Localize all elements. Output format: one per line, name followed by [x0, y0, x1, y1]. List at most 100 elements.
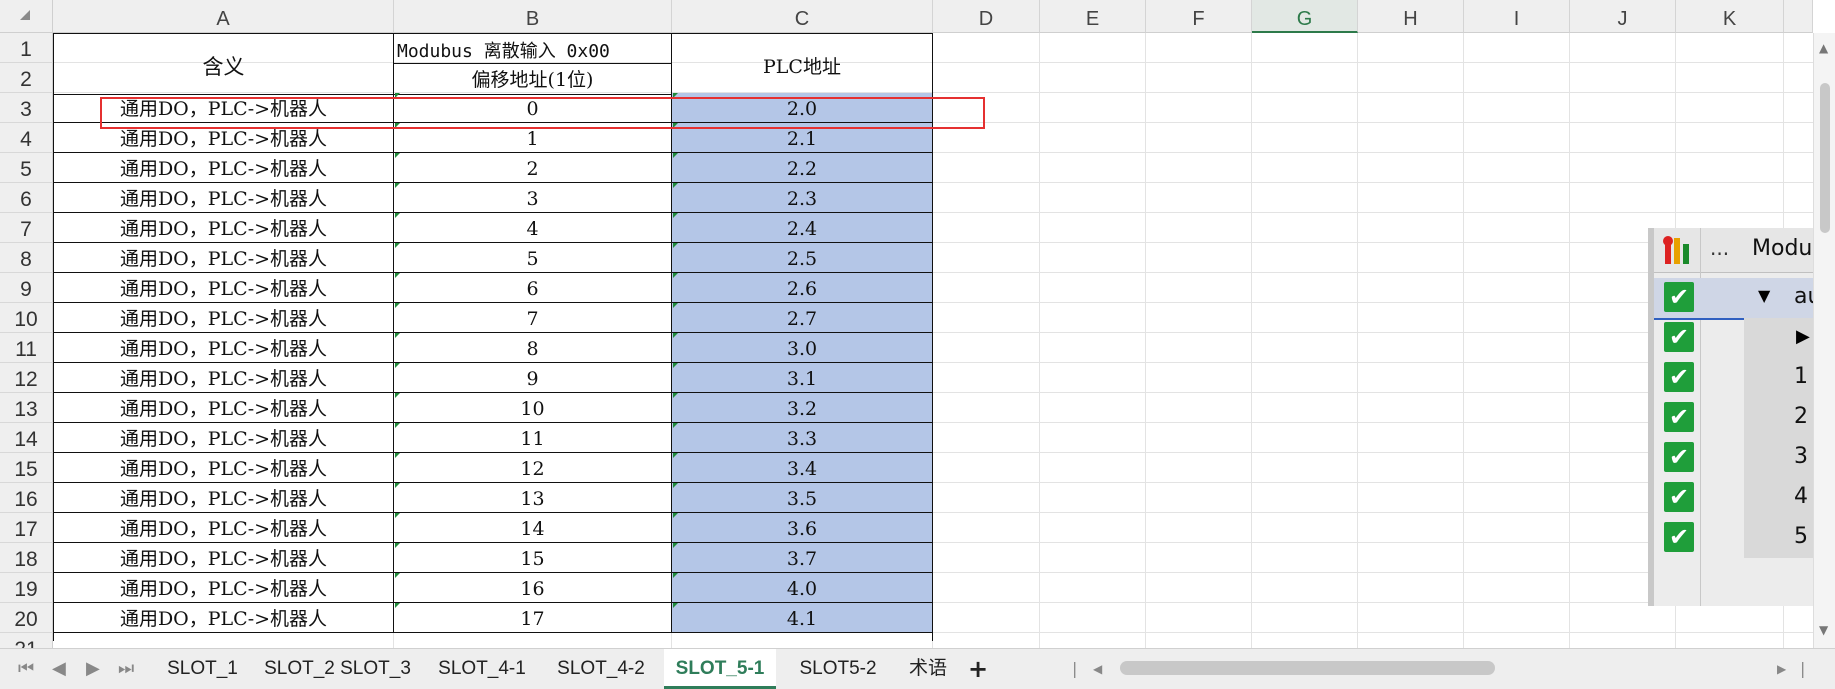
overlay-header-col[interactable]: Modu	[1752, 236, 1812, 261]
check-icon[interactable]: ✔	[1664, 442, 1694, 472]
cell-offset[interactable]: 11	[394, 423, 672, 453]
row-header-6[interactable]: 6	[0, 183, 53, 213]
cell-offset[interactable]: 5	[394, 243, 672, 273]
next-sheet-icon[interactable]: ▶	[86, 649, 100, 689]
header-cell-c[interactable]: PLC地址	[672, 33, 933, 95]
header-cell-b2[interactable]: 偏移地址(1位)	[394, 64, 672, 95]
scroll-down-icon[interactable]: ▼	[1819, 623, 1828, 637]
cell-plc-address[interactable]: 2.4	[672, 213, 933, 243]
row-header-16[interactable]: 16	[0, 483, 53, 513]
scroll-right-icon[interactable]: ▶	[1777, 649, 1786, 689]
last-sheet-icon[interactable]: ⏭	[118, 649, 134, 689]
sheet-tab[interactable]: SLOT5-2	[782, 649, 894, 689]
column-header-c[interactable]: C	[672, 0, 933, 33]
first-sheet-icon[interactable]: ⏮	[18, 649, 34, 689]
overlay-header-dots[interactable]: ...	[1710, 236, 1729, 260]
sheet-tab[interactable]: 术语	[902, 649, 954, 689]
vertical-scroll-thumb[interactable]	[1820, 83, 1830, 233]
cell-offset[interactable]: 2	[394, 153, 672, 183]
cell-offset[interactable]: 3	[394, 183, 672, 213]
cell-plc-address[interactable]: 2.6	[672, 273, 933, 303]
row-header-14[interactable]: 14	[0, 423, 53, 453]
header-cell-b1[interactable]: Modubus 离散输入 0x00	[394, 33, 672, 64]
scroll-left-icon[interactable]: ◀	[1093, 649, 1102, 689]
cell-meaning[interactable]: 通用DO，PLC->机器人	[53, 273, 394, 303]
cell-meaning[interactable]: 通用DO，PLC->机器人	[53, 603, 394, 633]
cell-plc-address[interactable]: 3.1	[672, 363, 933, 393]
overlay-row[interactable]: ✔ 1	[1654, 358, 1814, 398]
row-header-10[interactable]: 10	[0, 303, 53, 333]
sheet-tab[interactable]: SLOT_2 SLOT_3	[259, 649, 416, 689]
cell-offset[interactable]: 12	[394, 453, 672, 483]
header-cell-a[interactable]: 含义	[53, 33, 394, 95]
expand-down-icon[interactable]: ▼	[1758, 286, 1770, 305]
row-header-19[interactable]: 19	[0, 573, 53, 603]
row-header-7[interactable]: 7	[0, 213, 53, 243]
sheet-tab[interactable]: SLOT_1	[150, 649, 255, 689]
row-header-2[interactable]: 2	[0, 63, 53, 93]
cell-offset[interactable]: 15	[394, 543, 672, 573]
check-icon[interactable]: ✔	[1664, 482, 1694, 512]
tools-icon[interactable]	[1662, 234, 1692, 266]
cell-meaning[interactable]: 通用DO，PLC->机器人	[53, 153, 394, 183]
cell-meaning[interactable]: 通用DO，PLC->机器人	[53, 453, 394, 483]
horizontal-scroll-thumb[interactable]	[1120, 661, 1495, 675]
cell-offset[interactable]: 4	[394, 213, 672, 243]
row-header-15[interactable]: 15	[0, 453, 53, 483]
cell-plc-address[interactable]: 2.7	[672, 303, 933, 333]
column-header-d[interactable]: D	[933, 0, 1040, 33]
column-header-j[interactable]: J	[1570, 0, 1676, 33]
column-header-k[interactable]: K	[1676, 0, 1784, 33]
overlay-row[interactable]: ✔ 5	[1654, 518, 1814, 558]
sheet-tab[interactable]: SLOT_4-2	[545, 649, 657, 689]
overlay-row[interactable]: ✔ 3	[1654, 438, 1814, 478]
sheet-tab[interactable]: SLOT_4-1	[426, 649, 538, 689]
row-header-20[interactable]: 20	[0, 603, 53, 633]
cell-offset[interactable]: 16	[394, 573, 672, 603]
cell-plc-address[interactable]: 3.6	[672, 513, 933, 543]
overlay-row[interactable]: ✔ ▶	[1654, 318, 1814, 358]
column-header-g[interactable]: G	[1252, 0, 1358, 33]
cell-plc-address[interactable]: 3.4	[672, 453, 933, 483]
cell-meaning[interactable]: 通用DO，PLC->机器人	[53, 243, 394, 273]
sheet-tab[interactable]: SLOT_5-1	[664, 649, 776, 689]
overlay-row[interactable]: ✔ 2	[1654, 398, 1814, 438]
cell-meaning[interactable]: 通用DO，PLC->机器人	[53, 423, 394, 453]
column-header-a[interactable]: A	[53, 0, 394, 33]
cell-plc-address[interactable]: 3.7	[672, 543, 933, 573]
row-header-8[interactable]: 8	[0, 243, 53, 273]
cell-partial-row[interactable]	[53, 633, 933, 641]
cell-plc-address[interactable]: 3.5	[672, 483, 933, 513]
row-header-18[interactable]: 18	[0, 543, 53, 573]
cell-offset[interactable]: 8	[394, 333, 672, 363]
cell-meaning[interactable]: 通用DO，PLC->机器人	[53, 303, 394, 333]
row-header-1[interactable]: 1	[0, 33, 53, 63]
check-icon[interactable]: ✔	[1664, 522, 1694, 552]
cell-meaning[interactable]: 通用DO，PLC->机器人	[53, 573, 394, 603]
row-header-5[interactable]: 5	[0, 153, 53, 183]
cell-offset[interactable]: 14	[394, 513, 672, 543]
row-header-4[interactable]: 4	[0, 123, 53, 153]
cell-plc-address[interactable]: 4.0	[672, 573, 933, 603]
check-icon[interactable]: ✔	[1664, 402, 1694, 432]
check-icon[interactable]: ✔	[1664, 362, 1694, 392]
add-sheet-button[interactable]: +	[968, 649, 988, 689]
check-icon[interactable]: ✔	[1664, 322, 1694, 352]
row-header-3[interactable]: 3	[0, 93, 53, 123]
cell-meaning[interactable]: 通用DO，PLC->机器人	[53, 213, 394, 243]
overlay-row[interactable]: ✔ 4	[1654, 478, 1814, 518]
column-header-f[interactable]: F	[1146, 0, 1252, 33]
row-header-13[interactable]: 13	[0, 393, 53, 423]
cell-offset[interactable]: 17	[394, 603, 672, 633]
cell-plc-address[interactable]: 3.3	[672, 423, 933, 453]
column-header-i[interactable]: I	[1464, 0, 1570, 33]
row-header-17[interactable]: 17	[0, 513, 53, 543]
cell-plc-address[interactable]: 3.0	[672, 333, 933, 363]
cell-meaning[interactable]: 通用DO，PLC->机器人	[53, 513, 394, 543]
cell-offset[interactable]: 7	[394, 303, 672, 333]
cell-plc-address[interactable]: 3.2	[672, 393, 933, 423]
column-header-b[interactable]: B	[394, 0, 672, 33]
cell-meaning[interactable]: 通用DO，PLC->机器人	[53, 363, 394, 393]
cell-meaning[interactable]: 通用DO，PLC->机器人	[53, 543, 394, 573]
row-header-11[interactable]: 11	[0, 333, 53, 363]
